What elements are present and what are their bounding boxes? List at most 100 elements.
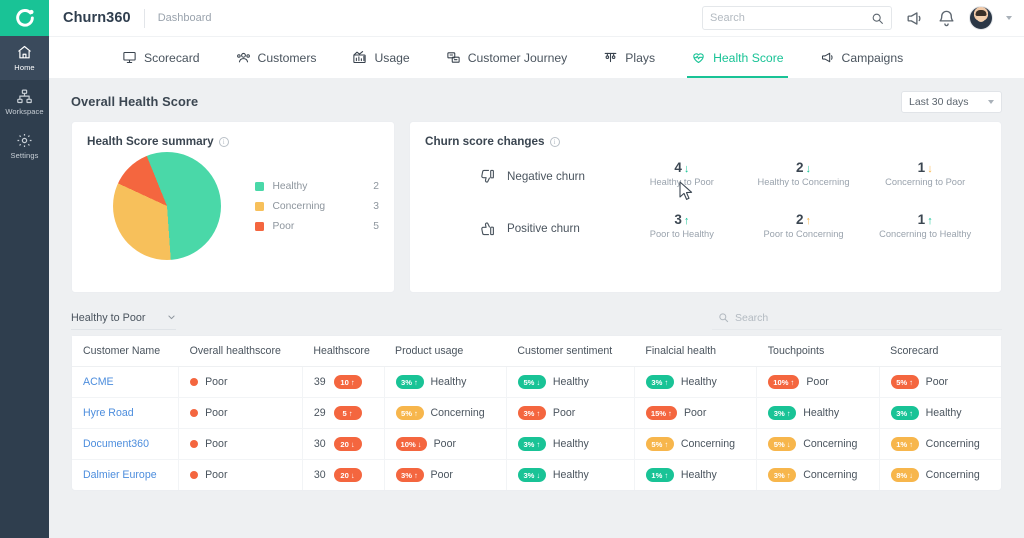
churn-stat-arrow-icon: ↓	[805, 163, 812, 175]
legend-label: Healthy	[272, 180, 308, 192]
tab-health-score[interactable]: Health Score	[687, 37, 789, 78]
rail-item-workspace[interactable]: Workspace	[0, 80, 49, 124]
financial-health-badge: 1% ↑	[645, 468, 674, 482]
tab-scorecard[interactable]: Scorecard	[122, 37, 200, 78]
healthscore-value: 30	[313, 438, 326, 450]
chevron-down-icon[interactable]	[988, 99, 994, 104]
tab-customer-journey[interactable]: Customer Journey	[446, 37, 567, 78]
cell-financial-health: 15% ↑ Poor	[634, 397, 758, 429]
tab-label: Campaigns	[841, 50, 904, 65]
churn-score-changes-card: Churn score changes i Negative churn 4 ↓ He…	[409, 121, 1002, 293]
tab-label: Scorecard	[144, 50, 200, 65]
column-header[interactable]: Product usage	[384, 336, 507, 367]
date-range-select[interactable]: Last 30 days	[901, 90, 1002, 113]
chevron-down-icon[interactable]	[167, 313, 176, 322]
customer-sentiment-badge: 5% ↓	[517, 375, 546, 389]
churn-stat-value: 2 ↓	[796, 160, 812, 175]
global-search[interactable]	[702, 6, 892, 30]
page-header: Overall Health Score Last 30 days	[71, 88, 1002, 115]
rail-item-label: Home	[14, 63, 35, 72]
churn-stat[interactable]: 2 ↓ Healthy to Concerning	[743, 160, 865, 187]
churn-stat[interactable]: 3 ↑ Poor to Healthy	[621, 212, 743, 239]
search-icon	[719, 313, 729, 323]
table-row[interactable]: Dalmier Europe Poor 30 20 ↓ 3% ↑ Poor 3% ↓ Heal…	[72, 459, 1001, 490]
search-icon[interactable]	[871, 12, 884, 25]
churn-stat[interactable]: 1 ↓ Concerning to Poor	[864, 160, 986, 187]
customer-link[interactable]: Hyre Road	[83, 407, 134, 419]
scorecard-badge: 1% ↑	[890, 437, 919, 451]
financial-health-badge: 5% ↑	[645, 437, 674, 451]
gear-icon	[16, 132, 33, 149]
customer-link[interactable]: Document360	[83, 438, 149, 450]
date-range-value: Last 30 days	[909, 95, 969, 108]
megaphone-icon[interactable]	[905, 9, 924, 28]
info-icon[interactable]: i	[549, 136, 560, 147]
tab-customers[interactable]: Customers	[236, 37, 316, 78]
transition-filter-select[interactable]: Healthy to Poor	[71, 307, 176, 330]
healthscore-value: 29	[313, 407, 326, 419]
healthscore-delta-badge: 5 ↑	[333, 406, 362, 420]
cell-touchpoints: 10% ↑ Poor	[756, 366, 880, 398]
tab-plays[interactable]: Plays	[603, 37, 655, 78]
rail-item-settings[interactable]: Settings	[0, 124, 49, 168]
churn-stat-caption: Poor to Concerning	[763, 229, 844, 239]
column-header[interactable]: Scorecard	[879, 336, 1001, 367]
column-header[interactable]: Healthscore	[302, 336, 384, 367]
column-header[interactable]: Finalcial health	[634, 336, 757, 367]
cell-healthscore: 30 20 ↓	[302, 428, 385, 460]
churn360-logo-icon[interactable]	[0, 0, 49, 36]
top-bar: Churn360 Dashboard	[49, 0, 1024, 36]
scorecard-icon	[122, 50, 137, 65]
home-icon	[16, 44, 33, 61]
cell-product-usage: 3% ↑ Healthy	[384, 366, 507, 398]
cell-healthscore: 39 10 ↑	[302, 366, 385, 398]
cell-scorecard: 5% ↑ Poor	[879, 366, 1001, 398]
cell-overall-healthscore: Poor	[178, 459, 303, 490]
column-header[interactable]: Customer Name	[72, 336, 179, 367]
customer-link[interactable]: Dalmier Europe	[83, 469, 157, 481]
column-header[interactable]: Customer sentiment	[506, 336, 635, 367]
product-usage-badge: 5% ↑	[395, 406, 424, 420]
churn-row: Negative churn 4 ↓ Healthy to Poor 2 ↓ Healthy…	[425, 160, 986, 212]
table-search[interactable]	[712, 307, 1002, 330]
table-row[interactable]: ACME Poor 39 10 ↑ 3% ↑ Healthy 5% ↓ Healthy 3% ↑…	[72, 366, 1001, 398]
cell-healthscore: 30 20 ↓	[302, 459, 385, 490]
legend-item: Poor 5	[254, 216, 379, 236]
status-dot-icon	[190, 409, 199, 417]
financial-health-label: Healthy	[680, 469, 717, 481]
customer-sentiment-label: Healthy	[552, 376, 589, 388]
customer-sentiment-badge: 3% ↑	[517, 406, 546, 420]
chevron-down-icon[interactable]	[1006, 16, 1012, 20]
column-header[interactable]: Overall healthscore	[178, 336, 303, 367]
status-label: Poor	[205, 407, 228, 419]
rail-item-home[interactable]: Home	[0, 36, 49, 80]
table-row[interactable]: Document360 Poor 30 20 ↓ 10% ↓ Poor 3% ↑ Health…	[72, 428, 1001, 460]
search-input[interactable]	[710, 12, 871, 24]
table-filter-row: Healthy to Poor	[71, 301, 1002, 335]
rail-item-list: Home Workspace Settings	[0, 36, 49, 168]
rail-item-label: Workspace	[5, 107, 44, 116]
cell-healthscore: 29 5 ↑	[302, 397, 385, 429]
churn-stat[interactable]: 2 ↑ Poor to Concerning	[743, 212, 865, 239]
churn-row: Positive churn 3 ↑ Poor to Healthy 2 ↑ Poor to…	[425, 212, 986, 264]
bell-icon[interactable]	[937, 9, 956, 28]
product-usage-label: Concerning	[430, 407, 485, 419]
churn-stat[interactable]: 4 ↓ Healthy to Poor	[621, 160, 743, 187]
product-usage-badge: 3% ↑	[395, 468, 424, 482]
status-dot-icon	[190, 471, 199, 479]
table-row[interactable]: Hyre Road Poor 29 5 ↑ 5% ↑ Concerning 3% ↑ Poor…	[72, 397, 1001, 429]
churn-stat[interactable]: 1 ↑ Concerning to Healthy	[864, 212, 986, 239]
table-search-input[interactable]	[735, 311, 1002, 324]
customer-sentiment-label: Poor	[552, 407, 576, 419]
tab-campaigns[interactable]: Campaigns	[820, 37, 904, 78]
breadcrumb[interactable]: Dashboard	[158, 12, 212, 24]
tab-usage[interactable]: Usage	[352, 37, 410, 78]
avatar[interactable]	[969, 6, 993, 30]
pie-chart-wrap	[87, 152, 247, 260]
healthscore-delta-badge: 20 ↓	[333, 437, 362, 451]
tab-label: Usage	[374, 50, 410, 65]
column-header[interactable]: Touchpoints	[756, 336, 880, 367]
info-icon[interactable]: i	[218, 136, 229, 147]
churn-stats-body: Negative churn 4 ↓ Healthy to Poor 2 ↓ Healthy…	[425, 160, 986, 264]
customer-link[interactable]: ACME	[83, 376, 114, 388]
